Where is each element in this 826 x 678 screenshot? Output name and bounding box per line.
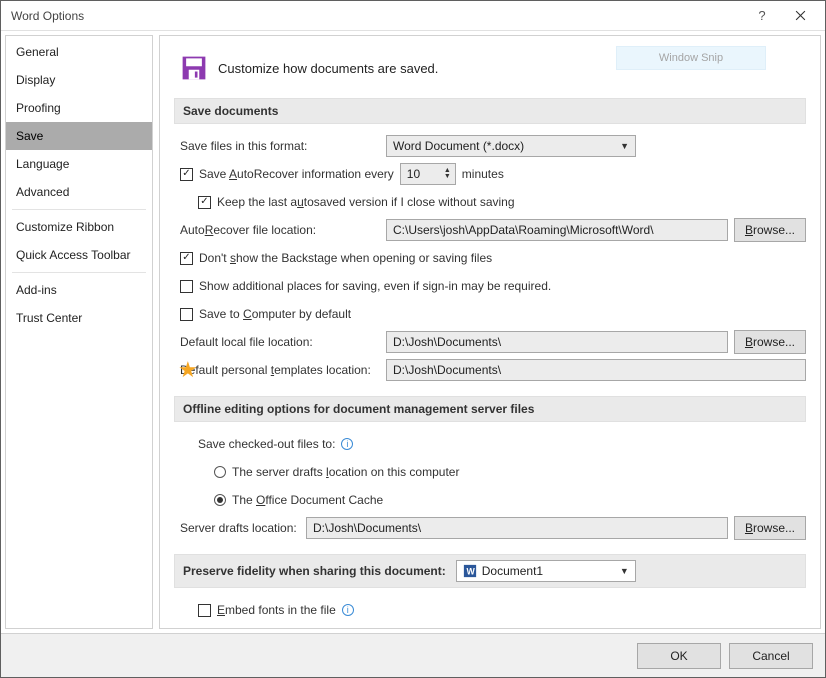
row-autorecover-location: AutoRecover file location: C:\Users\josh… — [180, 218, 806, 242]
sidebar-item-proofing[interactable]: Proofing — [6, 94, 152, 122]
radio-server-drafts-label: The server drafts location on this compu… — [232, 465, 459, 479]
minutes-label: minutes — [462, 167, 504, 181]
sidebar-item-trust-center[interactable]: Trust Center — [6, 304, 152, 332]
header-text: Customize how documents are saved. — [218, 61, 438, 76]
autorecover-minutes-value: 10 — [407, 167, 420, 181]
server-drafts-input[interactable]: D:\Josh\Documents\ — [306, 517, 728, 539]
row-radio-cache: The Office Document Cache — [214, 488, 806, 512]
save-icon — [180, 54, 208, 82]
save-format-value: Word Document (*.docx) — [393, 139, 524, 153]
preserve-doc-combo[interactable]: W Document1 ▼ — [456, 560, 636, 582]
chevron-down-icon: ▼ — [620, 566, 629, 576]
save-to-computer-checkbox[interactable] — [180, 308, 193, 321]
sidebar-item-customize-ribbon[interactable]: Customize Ribbon — [6, 213, 152, 241]
autorecover-checkbox[interactable]: ✓ — [180, 168, 193, 181]
window-title: Word Options — [11, 9, 743, 23]
info-icon[interactable]: i — [341, 438, 353, 450]
default-local-label: Default local file location: — [180, 335, 380, 349]
info-icon[interactable]: i — [342, 604, 354, 616]
row-dont-show-backstage: ✓ Don't show the Backstage when opening … — [180, 246, 806, 270]
keep-last-checkbox[interactable]: ✓ — [198, 196, 211, 209]
sidebar-item-language[interactable]: Language — [6, 150, 152, 178]
radio-office-cache-label: The Office Document Cache — [232, 493, 383, 507]
autorecover-minutes-spin[interactable]: 10 ▲▼ — [400, 163, 456, 185]
cancel-button[interactable]: Cancel — [729, 643, 813, 669]
row-autorecover: ✓ Save AutoRecover information every 10 … — [180, 162, 806, 186]
dialog-body: General Display Proofing Save Language A… — [1, 31, 825, 633]
title-bar: Word Options ? — [1, 1, 825, 31]
embed-fonts-label: Embed fonts in the file — [217, 603, 336, 617]
sidebar-item-advanced[interactable]: Advanced — [6, 178, 152, 206]
default-local-input[interactable]: D:\Josh\Documents\ — [386, 331, 728, 353]
dont-show-backstage-label: Don't show the Backstage when opening or… — [199, 251, 492, 265]
autorecover-loc-label: AutoRecover file location: — [180, 223, 380, 237]
row-checked-out: Save checked-out files to: i — [198, 432, 806, 456]
show-additional-checkbox[interactable] — [180, 280, 193, 293]
checked-out-label: Save checked-out files to: — [198, 437, 335, 451]
row-save-to-computer: Save to Computer by default — [180, 302, 806, 326]
dont-show-backstage-checkbox[interactable]: ✓ — [180, 252, 193, 265]
ghost-window-snip: Window Snip — [616, 46, 766, 70]
word-options-window: Word Options ? General Display Proofing … — [0, 0, 826, 678]
star-highlight-icon: ★ — [178, 357, 198, 383]
autorecover-label: Save AutoRecover information every — [199, 167, 394, 181]
row-keep-last: ✓ Keep the last autosaved version if I c… — [198, 190, 806, 214]
row-default-local: Default local file location: D:\Josh\Doc… — [180, 330, 806, 354]
sidebar-separator — [12, 209, 146, 210]
save-to-computer-label: Save to Computer by default — [199, 307, 351, 321]
ok-button[interactable]: OK — [637, 643, 721, 669]
keep-last-label: Keep the last autosaved version if I clo… — [217, 195, 515, 209]
sidebar-item-general[interactable]: General — [6, 38, 152, 66]
preserve-title: Preserve fidelity when sharing this docu… — [183, 564, 446, 578]
sidebar-item-add-ins[interactable]: Add-ins — [6, 276, 152, 304]
spin-arrows-icon: ▲▼ — [444, 168, 453, 180]
server-drafts-label: Server drafts location: — [180, 521, 300, 535]
sidebar-item-save[interactable]: Save — [6, 122, 152, 150]
row-embed-fonts: Embed fonts in the file i — [198, 598, 806, 622]
sidebar-separator — [12, 272, 146, 273]
section-offline-editing: Offline editing options for document man… — [174, 396, 806, 422]
word-doc-icon: W — [463, 564, 477, 578]
page-header: Customize how documents are saved. Windo… — [174, 48, 806, 98]
content-pane: Customize how documents are saved. Windo… — [159, 35, 821, 629]
browse-default-local-button[interactable]: Browse... — [734, 330, 806, 354]
row-radio-server-drafts: The server drafts location on this compu… — [214, 460, 806, 484]
help-button[interactable]: ? — [743, 2, 781, 30]
row-default-templates: ★ Default personal templates location: D… — [180, 358, 806, 382]
category-sidebar: General Display Proofing Save Language A… — [5, 35, 153, 629]
section-save-documents: Save documents — [174, 98, 806, 124]
sidebar-item-quick-access-toolbar[interactable]: Quick Access Toolbar — [6, 241, 152, 269]
browse-server-drafts-button[interactable]: Browse... — [734, 516, 806, 540]
save-format-label: Save files in this format: — [180, 139, 380, 153]
show-additional-label: Show additional places for saving, even … — [199, 279, 551, 293]
default-templates-input[interactable]: D:\Josh\Documents\ — [386, 359, 806, 381]
default-templates-label: Default personal templates location: — [180, 363, 380, 377]
chevron-down-icon: ▼ — [620, 141, 629, 151]
close-icon — [795, 10, 806, 21]
row-show-additional: Show additional places for saving, even … — [180, 274, 806, 298]
radio-server-drafts[interactable] — [214, 466, 226, 478]
radio-office-cache[interactable] — [214, 494, 226, 506]
close-button[interactable] — [781, 2, 819, 30]
dialog-footer: OK Cancel — [1, 633, 825, 677]
section-preserve-fidelity: Preserve fidelity when sharing this docu… — [174, 554, 806, 588]
row-server-drafts-location: Server drafts location: D:\Josh\Document… — [180, 516, 806, 540]
row-embed-only: Embed only the characters used in the do… — [214, 626, 806, 629]
autorecover-loc-input[interactable]: C:\Users\josh\AppData\Roaming\Microsoft\… — [386, 219, 728, 241]
save-format-combo[interactable]: Word Document (*.docx) ▼ — [386, 135, 636, 157]
embed-fonts-checkbox[interactable] — [198, 604, 211, 617]
browse-autorecover-button[interactable]: BBrowse...rowse... — [734, 218, 806, 242]
preserve-doc-value: Document1 — [482, 564, 543, 578]
row-save-format: Save files in this format: Word Document… — [180, 134, 806, 158]
sidebar-item-display[interactable]: Display — [6, 66, 152, 94]
svg-text:W: W — [466, 567, 475, 577]
